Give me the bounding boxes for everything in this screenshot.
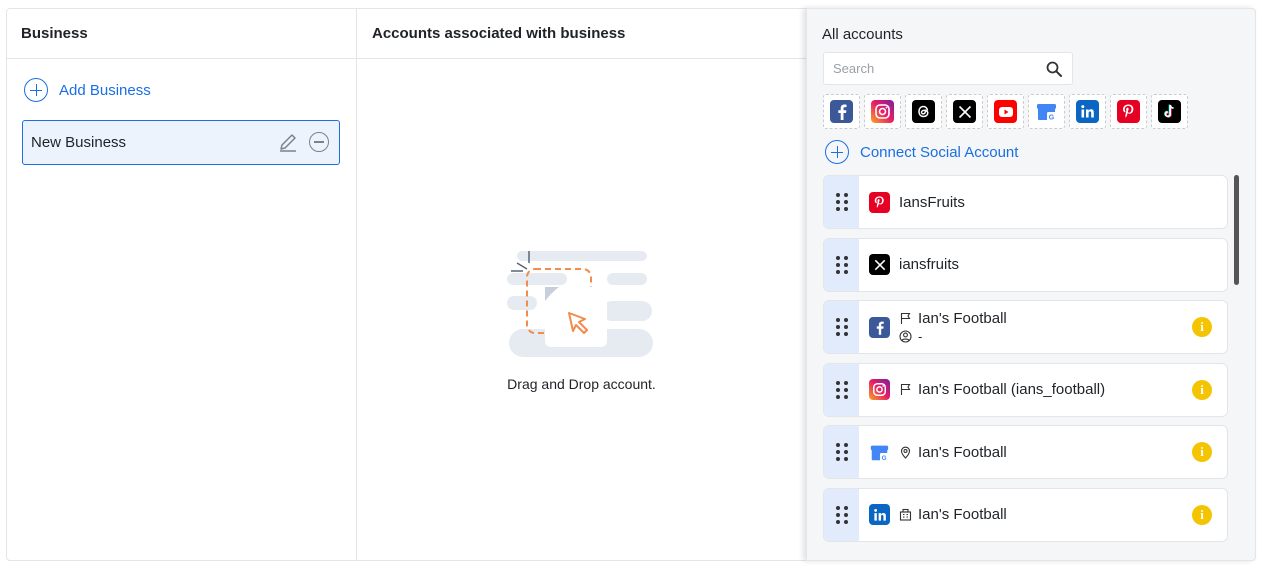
- account-name: iansfruits: [899, 256, 960, 273]
- youtube-icon: [994, 100, 1017, 123]
- account-name: Ian's Football: [918, 506, 1007, 523]
- account-card[interactable]: G Ian's Football i: [823, 425, 1228, 479]
- drag-dots-icon: [835, 443, 848, 461]
- plus-circle-icon: [825, 140, 849, 164]
- drag-handle[interactable]: [824, 426, 859, 478]
- associated-column-header: Accounts associated with business: [357, 8, 806, 59]
- account-card[interactable]: Ian's Football (ians_football) i: [823, 362, 1228, 417]
- drag-dots-icon: [835, 380, 848, 399]
- account-name: Ian's Football: [918, 310, 1007, 327]
- google-business-icon: G: [869, 442, 890, 463]
- connect-social-account-button[interactable]: Connect Social Account: [825, 140, 1018, 164]
- drag-handle[interactable]: [824, 238, 859, 291]
- building-icon: [899, 508, 912, 521]
- add-business-button[interactable]: Add Business: [24, 78, 151, 102]
- user-circle-icon: [899, 330, 912, 343]
- drag-drop-illustration: [507, 251, 653, 357]
- linkedin-icon: [1076, 100, 1099, 123]
- drag-handle[interactable]: [824, 363, 859, 416]
- account-name: Ian's Football: [918, 443, 1007, 461]
- flag-icon: [900, 312, 911, 324]
- network-filter-row: G: [823, 94, 1188, 129]
- account-card[interactable]: IansFruits: [823, 175, 1228, 229]
- search-input[interactable]: [833, 61, 1033, 76]
- filter-youtube[interactable]: [987, 94, 1024, 129]
- pinterest-icon: [1117, 100, 1140, 123]
- all-accounts-panel: All accounts Search G Connect Social Acc…: [806, 8, 1256, 561]
- filter-tiktok[interactable]: [1151, 94, 1188, 129]
- facebook-icon: [830, 100, 853, 123]
- pinterest-icon: [869, 191, 890, 213]
- connect-social-account-label: Connect Social Account: [860, 143, 1019, 161]
- business-column-header: Business: [6, 8, 356, 59]
- search-field[interactable]: [823, 52, 1073, 85]
- drag-handle[interactable]: [824, 301, 859, 353]
- filter-facebook[interactable]: [823, 94, 860, 129]
- facebook-icon: [869, 316, 890, 338]
- filter-x[interactable]: [946, 94, 983, 129]
- add-business-label: Add Business: [59, 81, 151, 99]
- tiktok-icon: [1158, 100, 1181, 123]
- linkedin-icon: [869, 504, 890, 525]
- warning-info-icon[interactable]: i: [1192, 504, 1212, 525]
- filter-pinterest[interactable]: [1110, 94, 1147, 129]
- x-icon: [953, 100, 976, 123]
- account-list: IansFruits iansfruits Ian's Football - i…: [823, 175, 1228, 550]
- associated-accounts-column: Accounts associated with business Drag a…: [357, 8, 806, 561]
- flag-icon: [900, 383, 911, 395]
- account-name: IansFruits: [899, 193, 965, 211]
- warning-info-icon[interactable]: i: [1192, 442, 1212, 462]
- drag-dots-icon: [835, 193, 848, 211]
- instagram-icon: [869, 379, 890, 400]
- filter-google-business[interactable]: G: [1028, 94, 1065, 129]
- x-icon: [869, 254, 890, 275]
- drag-dots-icon: [835, 318, 848, 336]
- google-business-icon: G: [1035, 100, 1058, 123]
- account-list-scrollbar[interactable]: [1234, 175, 1239, 285]
- filter-linkedin[interactable]: [1069, 94, 1106, 129]
- instagram-icon: [871, 100, 894, 123]
- warning-info-icon[interactable]: i: [1192, 317, 1212, 337]
- remove-business-icon[interactable]: [309, 132, 329, 152]
- account-card[interactable]: Ian's Football - i: [823, 300, 1228, 354]
- svg-text:G: G: [882, 454, 887, 461]
- threads-icon: [912, 100, 935, 123]
- panel-title: All accounts: [822, 26, 903, 43]
- business-item-name: New Business: [31, 134, 127, 151]
- filter-instagram[interactable]: [864, 94, 901, 129]
- account-name: Ian's Football (ians_football): [918, 381, 1106, 398]
- business-column: Business Add Business New Business: [6, 8, 357, 561]
- business-item[interactable]: New Business: [22, 120, 340, 165]
- drag-dots-icon: [835, 505, 848, 524]
- account-subtext: -: [918, 329, 923, 344]
- search-icon[interactable]: [1046, 61, 1062, 77]
- drag-handle[interactable]: [824, 176, 859, 228]
- warning-info-icon[interactable]: i: [1192, 379, 1212, 400]
- location-pin-icon: [900, 446, 911, 459]
- filter-threads[interactable]: [905, 94, 942, 129]
- account-card[interactable]: Ian's Football i: [823, 487, 1228, 542]
- account-card[interactable]: iansfruits: [823, 237, 1228, 292]
- drag-dots-icon: [835, 255, 848, 274]
- drag-drop-hint: Drag and Drop account.: [507, 376, 656, 392]
- plus-circle-icon: [24, 78, 48, 102]
- drag-handle[interactable]: [824, 488, 859, 541]
- edit-icon[interactable]: [277, 131, 299, 153]
- svg-text:G: G: [1049, 115, 1055, 122]
